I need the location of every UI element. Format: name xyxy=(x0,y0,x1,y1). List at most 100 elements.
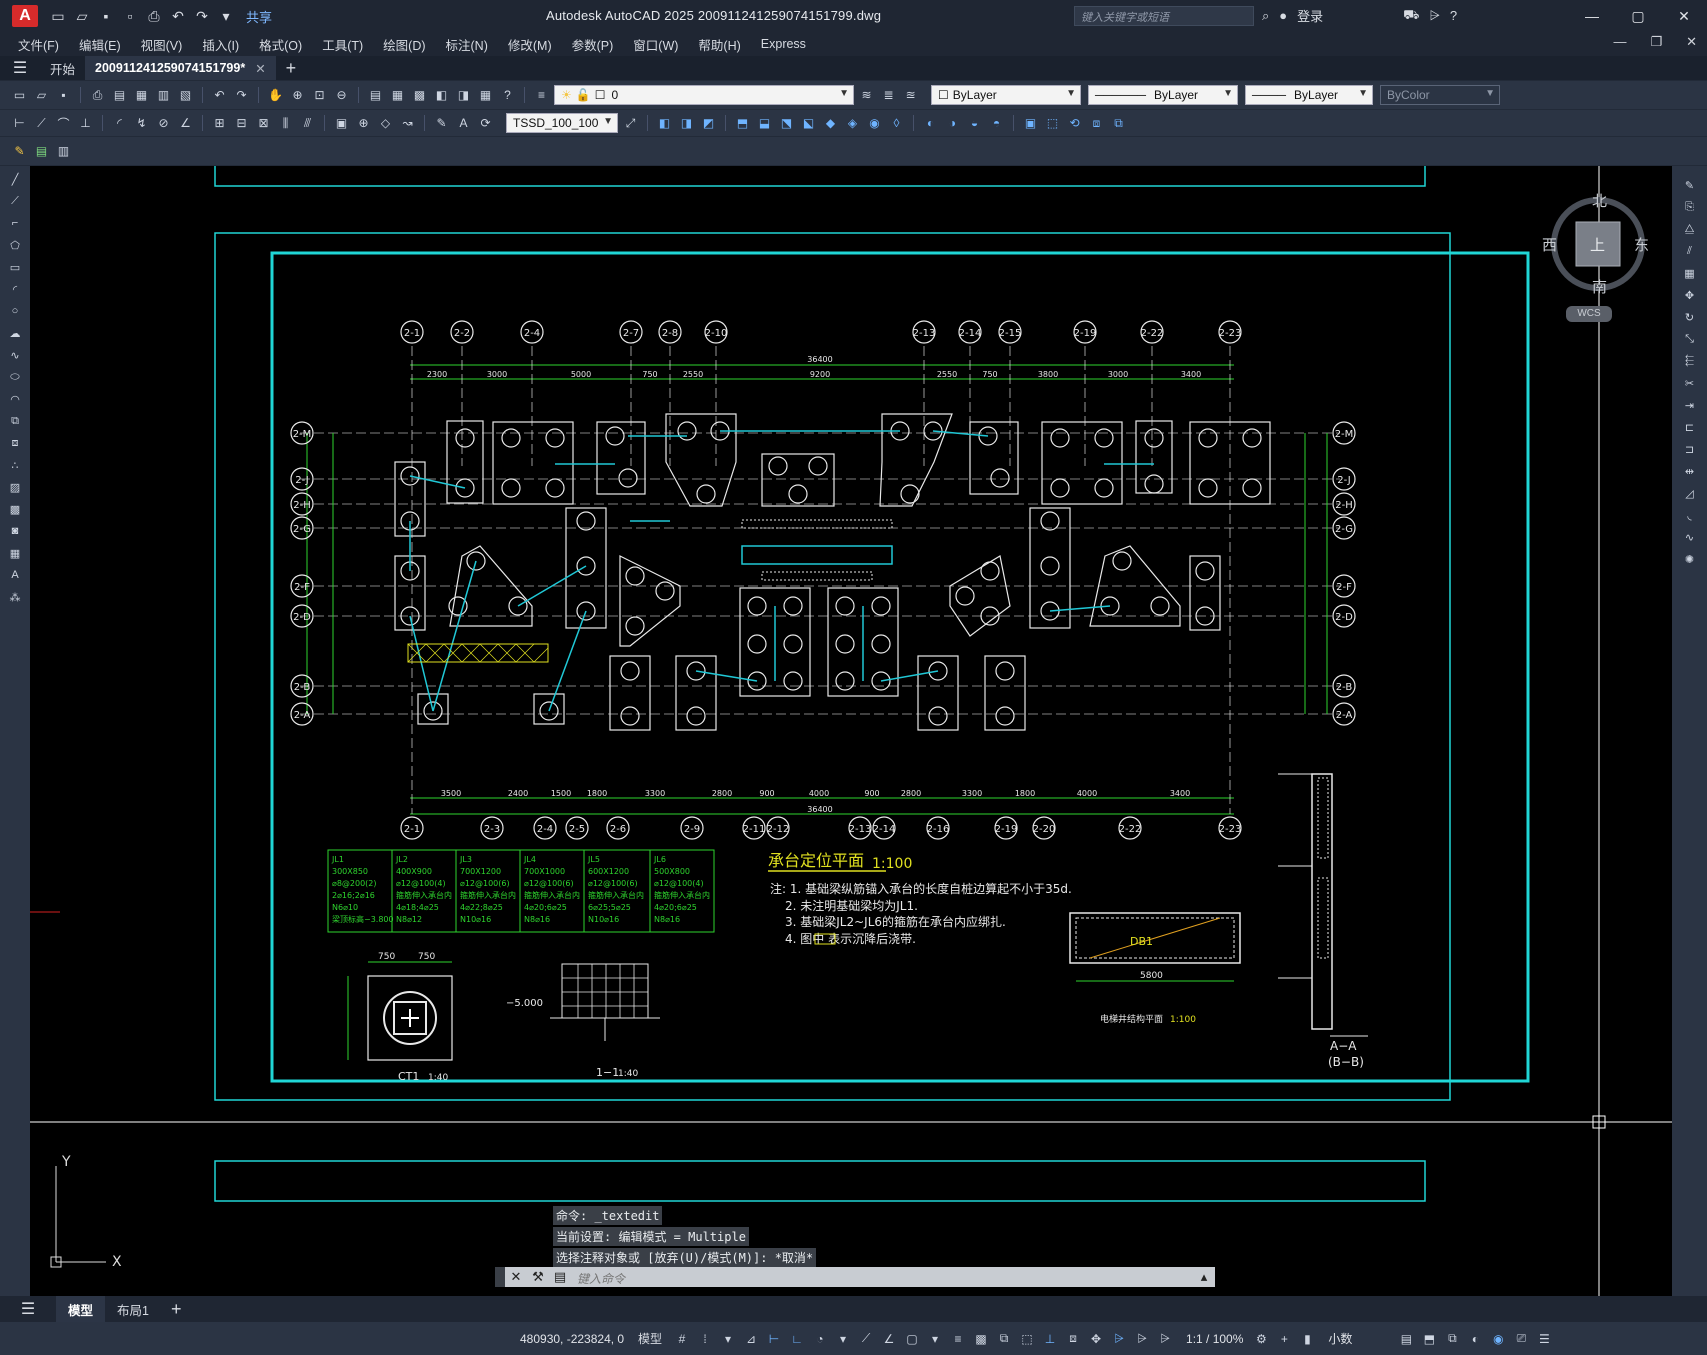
clean-screen-icon[interactable]: ◉ xyxy=(1488,1329,1508,1349)
pan-icon[interactable]: ✋ xyxy=(266,86,285,105)
polar-icon[interactable]: ◔ xyxy=(810,1329,830,1349)
view-back-icon[interactable]: ◨ xyxy=(677,114,696,133)
snap-icon[interactable]: ⁞ xyxy=(695,1329,715,1349)
auto-scale-icon[interactable]: ⩥ xyxy=(1132,1329,1152,1349)
baseline-dim-icon[interactable]: ⊟ xyxy=(232,114,251,133)
ucs-icon[interactable]: ⬒ xyxy=(733,114,752,133)
dynamic-ucs-icon[interactable]: ⊥ xyxy=(1040,1329,1060,1349)
explode-icon[interactable]: ✺ xyxy=(1681,550,1699,568)
viewcube-south[interactable]: 南 xyxy=(1592,278,1607,296)
box-icon[interactable]: ▣ xyxy=(1021,114,1040,133)
open-file-icon[interactable]: ▱ xyxy=(72,6,92,26)
add-layout-icon[interactable]: + xyxy=(171,1299,182,1320)
erase-icon[interactable]: ✎ xyxy=(1681,176,1699,194)
inspection-icon[interactable]: ◇ xyxy=(376,114,395,133)
annotation-monitor-icon[interactable]: + xyxy=(1274,1329,1294,1349)
zoom-realtime-icon[interactable]: ⊕ xyxy=(288,86,307,105)
menu-help[interactable]: 帮助(H) xyxy=(698,35,740,54)
publish-icon[interactable]: ▦ xyxy=(132,86,151,105)
redo-icon[interactable]: ↷ xyxy=(232,86,251,105)
hatch-icon[interactable]: ▨ xyxy=(6,478,24,496)
selection-filter-icon[interactable]: ⧈ xyxy=(1063,1329,1083,1349)
edit-block-icon[interactable]: ✎ xyxy=(10,142,29,161)
mtext-icon[interactable]: A xyxy=(6,566,24,584)
dim-break-icon[interactable]: ⫻ xyxy=(298,114,317,133)
sheet-icon[interactable]: ▥ xyxy=(154,86,173,105)
point-icon[interactable]: ∴ xyxy=(6,456,24,474)
region-icon[interactable]: ◙ xyxy=(6,522,24,540)
transparency-icon[interactable]: ▩ xyxy=(971,1329,991,1349)
radius-dim-icon[interactable]: ◜ xyxy=(110,114,129,133)
trim-icon[interactable]: ✂ xyxy=(1681,374,1699,392)
annotation-scale-icon[interactable]: ⩥ xyxy=(1155,1329,1175,1349)
infer-icon[interactable]: ⊿ xyxy=(741,1329,761,1349)
text-style-dropdown[interactable]: TSSD_100_100 ▼ xyxy=(506,113,618,133)
rectangle-icon[interactable]: ▭ xyxy=(6,258,24,276)
dim-edit-icon[interactable]: ✎ xyxy=(432,114,451,133)
copy-icon[interactable]: ⎘ xyxy=(1681,198,1699,216)
table-icon[interactable]: ▥ xyxy=(54,142,73,161)
command-grip[interactable] xyxy=(495,1267,505,1287)
ordinate-dim-icon[interactable]: ⊥ xyxy=(76,114,95,133)
new-tab-icon[interactable]: + xyxy=(286,58,297,79)
array-icon[interactable]: ▦ xyxy=(1681,264,1699,282)
linetype-dropdown[interactable]: ────── ByLayer ▼ xyxy=(1088,85,1238,105)
plot-icon[interactable]: ⎙ xyxy=(144,6,164,26)
break-point-icon[interactable]: ⊏ xyxy=(1681,418,1699,436)
center-mark-icon[interactable]: ⊕ xyxy=(354,114,373,133)
new-file-icon[interactable]: ▭ xyxy=(48,6,68,26)
user-icon[interactable]: ● xyxy=(1279,8,1287,23)
doc-restore-icon[interactable]: ❐ xyxy=(1650,34,1662,50)
aligned-dim-icon[interactable]: ⟋ xyxy=(32,114,51,133)
rotate-icon[interactable]: ↻ xyxy=(1681,308,1699,326)
recent-commands-icon[interactable]: ▤ xyxy=(549,1269,571,1285)
menu-modify[interactable]: 修改(M) xyxy=(508,35,552,54)
doc-minimize-icon[interactable]: — xyxy=(1613,34,1626,50)
units-value[interactable]: 小数 xyxy=(1328,1330,1388,1347)
customization-icon[interactable]: ⎚ xyxy=(1511,1329,1531,1349)
maximize-icon[interactable]: ▢ xyxy=(1615,4,1661,28)
save-icon[interactable]: ▪ xyxy=(54,86,73,105)
revision-cloud-icon[interactable]: ☁ xyxy=(6,324,24,342)
units-icon[interactable]: ▮ xyxy=(1297,1329,1317,1349)
fillet-icon[interactable]: ◟ xyxy=(1681,506,1699,524)
jogged-dim-icon[interactable]: ↯ xyxy=(132,114,151,133)
isolate-objects-icon[interactable]: ⧉ xyxy=(1442,1329,1462,1349)
dim-text-edit-icon[interactable]: A xyxy=(454,114,473,133)
gizmo-icon[interactable]: ✥ xyxy=(1086,1329,1106,1349)
diameter-dim-icon[interactable]: ⊘ xyxy=(154,114,173,133)
close-tab-icon[interactable]: ✕ xyxy=(255,61,265,76)
menu-file[interactable]: 文件(F) xyxy=(18,35,59,54)
menu-parameters[interactable]: 参数(P) xyxy=(572,35,614,54)
menu-insert[interactable]: 插入(I) xyxy=(202,35,239,54)
menu-format[interactable]: 格式(O) xyxy=(259,35,302,54)
scale-icon[interactable]: ⤡ xyxy=(1681,330,1699,348)
blend-icon[interactable]: ∿ xyxy=(1681,528,1699,546)
ucs-prev-icon[interactable]: ⬔ xyxy=(777,114,796,133)
tab-layout1[interactable]: 布局1 xyxy=(105,1296,161,1322)
attribute-icon[interactable]: ▤ xyxy=(32,142,51,161)
menu-hamburger-icon[interactable]: ☰ xyxy=(0,58,40,78)
lock-ui-icon[interactable]: ⬒ xyxy=(1419,1329,1439,1349)
quick-dim-icon[interactable]: ⊞ xyxy=(210,114,229,133)
drawing-canvas[interactable]: Y X 2-1 2-2 2-4 2-7 2-8 2-10 2-13 2-14 2… xyxy=(30,166,1672,1296)
lineweight-icon[interactable]: ≡ xyxy=(948,1329,968,1349)
help-icon[interactable]: ? xyxy=(1450,8,1457,23)
line-icon[interactable]: ╱ xyxy=(6,170,24,188)
layer-dropdown[interactable]: ☀ 🔓 ☐ 0 ▼ xyxy=(554,85,854,105)
graphics-performance-icon[interactable]: ◐ xyxy=(1465,1329,1485,1349)
layer-manager-icon[interactable]: ≡ xyxy=(532,86,551,105)
command-input[interactable]: 键入命令 xyxy=(571,1267,1193,1287)
grid-icon[interactable]: # xyxy=(672,1329,692,1349)
layer-match-icon[interactable]: ≣ xyxy=(879,86,898,105)
design-center-icon[interactable]: ▦ xyxy=(388,86,407,105)
loft-icon[interactable]: ⧈ xyxy=(1087,114,1106,133)
add-selected-icon[interactable]: ⁂ xyxy=(6,588,24,606)
linear-dim-icon[interactable]: ⊢ xyxy=(10,114,29,133)
mirror-icon[interactable]: ⧋ xyxy=(1681,220,1699,238)
zoom-window-icon[interactable]: ⊡ xyxy=(310,86,329,105)
table-icon[interactable]: ▦ xyxy=(6,544,24,562)
expand-history-icon[interactable]: ▴ xyxy=(1193,1269,1215,1285)
plot-icon[interactable]: ⎙ xyxy=(88,86,107,105)
tool-palette-icon[interactable]: ▩ xyxy=(410,86,429,105)
